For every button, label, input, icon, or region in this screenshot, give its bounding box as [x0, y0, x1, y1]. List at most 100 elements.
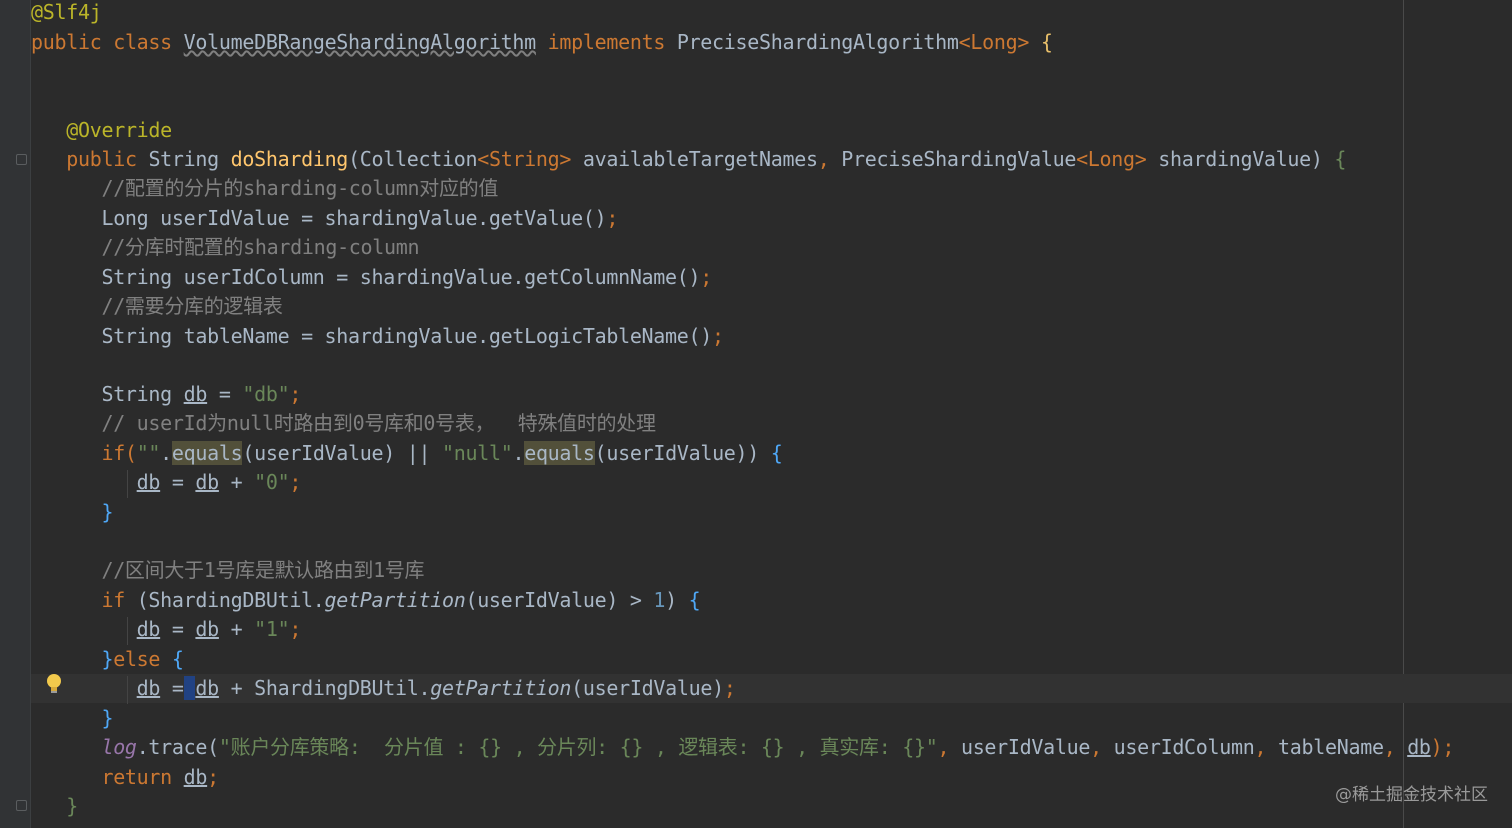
code-line[interactable]: }	[31, 704, 113, 733]
comment: //区间大于1号库是默认路由到1号库	[101, 558, 425, 582]
brace: }	[66, 794, 78, 818]
code-line[interactable]: db = db + "1";	[31, 615, 302, 644]
brace: {	[770, 441, 783, 465]
variable: tableName	[1278, 735, 1384, 759]
param-name: shardingValue)	[1158, 147, 1323, 171]
statement: tableName = shardingValue.getLogicTableN…	[183, 324, 713, 348]
number: 1	[653, 588, 666, 612]
code-line[interactable]: if("".equals(userIdValue) || "null".equa…	[31, 439, 783, 468]
brace: {	[688, 588, 701, 612]
static-method: getPartition	[430, 676, 572, 700]
operator: +	[230, 470, 243, 494]
param-name: availableTargetNames	[582, 147, 818, 171]
comma: ,	[1383, 735, 1396, 759]
code-line[interactable]: //需要分库的逻辑表	[31, 292, 283, 321]
code-editor[interactable]: @Slf4j public class VolumeDBRangeShardin…	[0, 0, 1512, 828]
paren: )	[665, 588, 677, 612]
string: "null"	[442, 441, 513, 465]
fold-end-icon[interactable]	[16, 800, 27, 811]
operator: =	[171, 676, 184, 700]
variable: db	[195, 470, 219, 494]
code-line[interactable]: return db;	[31, 763, 219, 792]
semicolon: ;	[723, 676, 736, 700]
code-line[interactable]: db = db + "0";	[31, 468, 302, 497]
code-line[interactable]: Long userIdValue = shardingValue.getValu…	[31, 204, 618, 233]
keyword: public	[66, 147, 137, 171]
type: String	[101, 324, 172, 348]
keyword: public	[31, 30, 102, 54]
class-name: VolumeDBRangeShardingAlgorithm	[183, 30, 537, 54]
paren-semicolon: );	[1430, 735, 1455, 759]
lightbulb-icon[interactable]	[44, 672, 64, 696]
code-line[interactable]: //配置的分片的sharding-column对应的值	[31, 174, 498, 203]
semicolon: ;	[289, 470, 302, 494]
operator: =	[171, 470, 184, 494]
type: String	[148, 147, 219, 171]
annotation: @Override	[66, 118, 172, 142]
method-call: equals	[524, 441, 595, 465]
code-line[interactable]: log.trace("账户分库策略: 分片值 : {} , 分片列: {} , …	[31, 733, 1454, 762]
right-margin-guide	[1403, 0, 1404, 828]
keyword: else	[113, 647, 161, 671]
comment: //需要分库的逻辑表	[101, 294, 283, 318]
code-line[interactable]: public String doSharding(Collection<Stri…	[31, 145, 1346, 174]
brace: }	[101, 500, 114, 524]
method-name: doSharding	[230, 147, 349, 171]
param: (Collection	[348, 147, 478, 171]
operator: >	[629, 588, 642, 612]
code-line[interactable]: }else {	[31, 645, 184, 674]
variable: db	[183, 765, 208, 789]
variable: db	[195, 617, 219, 641]
code-line[interactable]: if (ShardingDBUtil.getPartition(userIdVa…	[31, 586, 700, 615]
operator: +	[230, 617, 243, 641]
dot: .	[512, 441, 525, 465]
semicolon: ;	[712, 324, 724, 348]
code-line[interactable]: //分库时配置的sharding-column	[31, 233, 419, 262]
generic: <Long>	[958, 30, 1030, 54]
code-line[interactable]: }	[31, 498, 113, 527]
code-line[interactable]: String db = "db";	[31, 380, 301, 409]
code-line[interactable]: //区间大于1号库是默认路由到1号库	[31, 556, 424, 585]
comma: ,	[1090, 735, 1102, 759]
args: (userIdValue))	[594, 441, 760, 465]
code-line[interactable]: @Slf4j	[31, 0, 102, 27]
class-ref: ShardingDBUtil.	[254, 676, 431, 700]
brace: {	[1040, 30, 1053, 54]
comma: ,	[1254, 735, 1267, 759]
keyword: class	[113, 30, 172, 54]
fold-method-icon[interactable]	[16, 154, 27, 165]
method-call: equals	[171, 441, 243, 465]
variable: db	[1407, 735, 1431, 759]
semicolon: ;	[606, 206, 619, 230]
generic: <Long>	[1076, 147, 1147, 171]
comment: // userId为null时路由到0号库和0号表， 特殊值时的处理	[101, 411, 656, 435]
variable: db	[136, 676, 161, 700]
string: "1"	[254, 617, 290, 641]
class-ref: (ShardingDBUtil.	[136, 588, 325, 612]
code-line[interactable]: // userId为null时路由到0号库和0号表， 特殊值时的处理	[31, 409, 656, 438]
operator: ||	[406, 441, 431, 465]
args: (userIdValue)	[571, 676, 724, 700]
brace: {	[1334, 147, 1347, 171]
code-line[interactable]: @Override	[31, 116, 172, 145]
editor-gutter[interactable]	[0, 0, 31, 828]
code-line[interactable]: String userIdColumn = shardingValue.getC…	[31, 263, 712, 292]
variable: db	[183, 382, 208, 406]
watermark: @稀土掘金技术社区	[1335, 785, 1488, 805]
operator: =	[171, 617, 184, 641]
semicolon: ;	[289, 382, 302, 406]
param: PreciseShardingValue	[841, 147, 1077, 171]
code-line[interactable]: String tableName = shardingValue.getLogi…	[31, 322, 724, 351]
comma: ,	[937, 735, 950, 759]
static-method: getPartition	[324, 588, 466, 612]
code-line[interactable]: }	[31, 792, 78, 821]
code-line-current[interactable]: db = db + ShardingDBUtil.getPartition(us…	[31, 674, 736, 703]
string: "db"	[242, 382, 290, 406]
args: (userIdValue)	[242, 441, 396, 465]
variable: db	[136, 617, 161, 641]
comma: ,	[817, 147, 830, 171]
type: String	[101, 265, 172, 289]
code-line[interactable]: public class VolumeDBRangeShardingAlgori…	[31, 28, 1053, 57]
method-call: .trace(	[136, 735, 219, 759]
operator: +	[230, 676, 243, 700]
